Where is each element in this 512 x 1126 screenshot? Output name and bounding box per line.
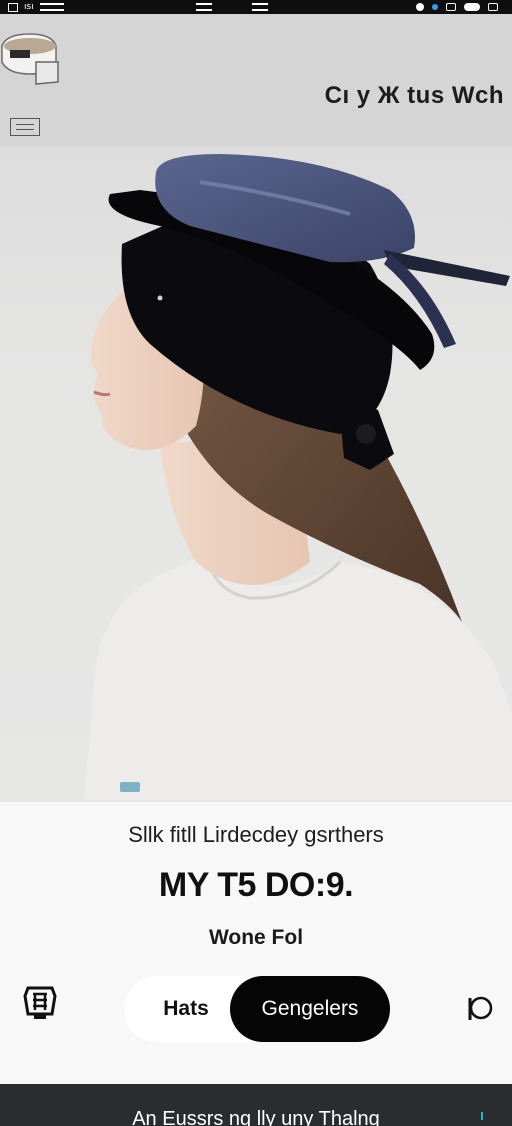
model-photo	[84, 154, 512, 800]
menu-icon	[252, 3, 268, 11]
menu-icon	[39, 3, 64, 11]
product-title: MY T5 DO:9.	[158, 866, 354, 904]
app-screen: ısı Cı y Ж tus Wch Sllk fitll Lirdecdey …	[0, 0, 512, 1126]
product-subtitle: Sllk fitll Lirdecdey gsrthers	[128, 822, 384, 847]
status-left-text: ısı	[24, 2, 34, 12]
category-segmented-control: Hats Gengelers	[124, 976, 390, 1042]
status-mid	[196, 0, 268, 14]
bottom-banner-text: An Eussrs ng lly uny Thalng	[132, 1108, 380, 1126]
thumbnail-caption-icon	[10, 118, 40, 136]
wifi-icon	[446, 3, 456, 11]
battery-icon	[464, 3, 480, 11]
product-thumbnail-icon[interactable]	[0, 22, 64, 102]
tab-gengelers[interactable]: Gengelers	[230, 976, 390, 1042]
hero-image: Cı y Ж tus Wch	[0, 14, 512, 802]
status-right	[416, 0, 498, 14]
store-icon[interactable]	[22, 984, 58, 1022]
status-bar: ısı	[0, 0, 512, 14]
sim-icon	[8, 2, 18, 12]
product-info-panel: Sllk fitll Lirdecdey gsrthers MY T5 DO:9…	[0, 802, 512, 1084]
signal-icon	[488, 3, 498, 11]
status-left: ısı	[8, 0, 64, 14]
menu-icon	[196, 3, 212, 11]
location-icon	[416, 3, 424, 11]
search-icon[interactable]	[466, 994, 494, 1024]
brand-title: Cı y Ж tus Wch	[324, 82, 504, 109]
notification-dot-icon	[432, 4, 438, 10]
product-meta: Wone Fol	[208, 926, 304, 949]
bottom-banner[interactable]: An Eussrs ng lly uny Thalng	[0, 1084, 512, 1126]
banner-indicator	[481, 1112, 483, 1120]
